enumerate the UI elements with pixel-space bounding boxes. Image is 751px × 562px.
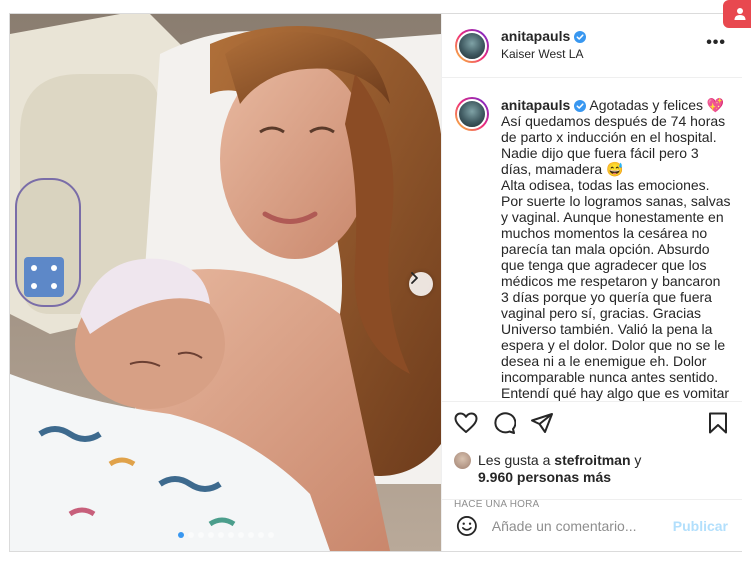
carousel-dot	[227, 532, 234, 538]
user-icon	[734, 8, 746, 20]
carousel-dot	[207, 532, 214, 538]
carousel-dot	[197, 532, 204, 538]
carousel-dot	[247, 532, 254, 538]
verified-badge-icon	[574, 31, 587, 43]
verified-badge-icon	[574, 100, 587, 112]
chevron-right-icon	[411, 272, 418, 284]
carousel-dot	[217, 532, 224, 538]
comment-bar: Publicar	[442, 499, 742, 551]
carousel-dot	[237, 532, 244, 538]
carousel-dot	[257, 532, 264, 538]
carousel-indicators	[10, 532, 441, 538]
profile-button[interactable]	[723, 0, 751, 28]
carousel-dot	[267, 532, 274, 538]
post-side-panel: anitapauls Kaiser West LA ••• anitapauls…	[441, 14, 742, 551]
post-actions: Les gusta a stefroitman y 9.960 personas…	[442, 401, 742, 510]
carousel-dot	[187, 532, 194, 538]
caption-text: Agotadas y felices 💖 Así quedamos despué…	[501, 97, 731, 401]
instagram-post: anitapauls Kaiser West LA ••• anitapauls…	[9, 13, 742, 552]
likes-text: Les gusta a stefroitman y 9.960 personas…	[478, 452, 641, 486]
carousel-dot	[177, 532, 184, 538]
action-icons	[454, 412, 730, 434]
location-link[interactable]: Kaiser West LA	[501, 46, 586, 63]
post-header: anitapauls Kaiser West LA •••	[442, 14, 742, 78]
header-text: anitapauls Kaiser West LA	[501, 28, 587, 63]
likes-prefix: Les gusta a	[478, 452, 551, 468]
caption-body: anitapauls Agotadas y felices 💖 Así qued…	[501, 97, 731, 401]
liked-by-link[interactable]: stefroitman	[554, 452, 630, 468]
comment-input[interactable]	[491, 517, 673, 534]
caption-username-link[interactable]: anitapauls	[501, 97, 570, 113]
likes-count-link[interactable]: 9.960 personas más	[478, 469, 611, 485]
photo-illustration	[10, 14, 441, 551]
more-options-icon[interactable]: •••	[706, 35, 726, 51]
next-slide-button[interactable]	[409, 272, 433, 296]
comment-icon[interactable]	[492, 412, 516, 434]
bookmark-icon[interactable]	[708, 412, 728, 434]
caption-avatar[interactable]	[455, 97, 489, 131]
heart-icon[interactable]	[454, 412, 478, 434]
username-link[interactable]: anitapauls	[501, 28, 570, 44]
liker-avatar[interactable]	[454, 452, 471, 469]
smiley-icon[interactable]	[456, 514, 478, 538]
likes-summary: Les gusta a stefroitman y 9.960 personas…	[454, 452, 730, 486]
caption-section: anitapauls Agotadas y felices 💖 Así qued…	[442, 79, 742, 401]
post-photo[interactable]	[10, 14, 441, 551]
likes-join: y	[634, 452, 642, 468]
publish-button[interactable]: Publicar	[673, 518, 728, 534]
avatar[interactable]	[455, 28, 489, 63]
share-icon[interactable]	[530, 412, 554, 434]
